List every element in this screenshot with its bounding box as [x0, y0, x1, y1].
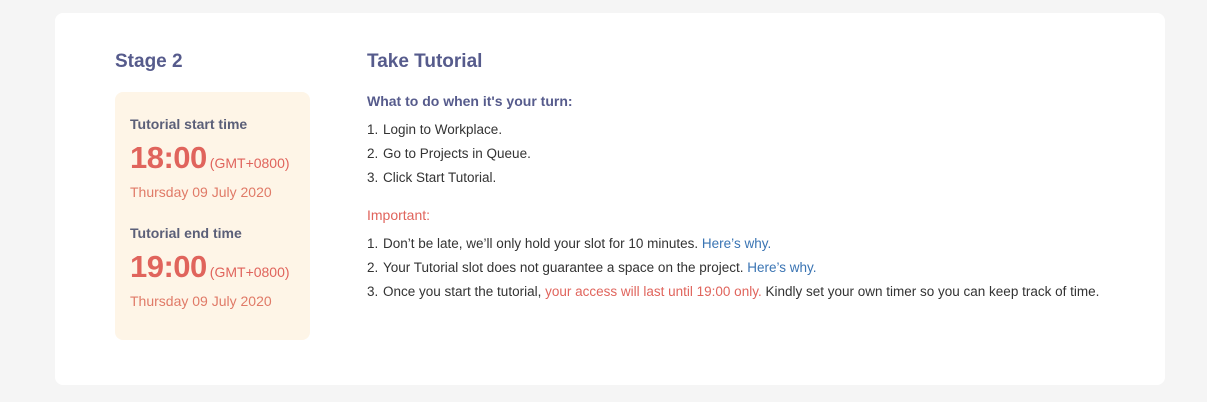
step-number: 1. [367, 122, 379, 137]
heres-why-link[interactable]: Here’s why. [747, 260, 816, 275]
important-list: 1. Don’t be late, we’ll only hold your s… [367, 234, 1127, 301]
step-number: 2. [367, 146, 379, 161]
steps-list: 1. Login to Workplace. 2. Go to Projects… [367, 120, 1127, 187]
start-time-value: 18:00 [130, 140, 207, 175]
start-time-row: 18:00 (GMT+0800) [130, 139, 310, 177]
important-number: 1. [367, 236, 379, 251]
start-time-label: Tutorial start time [130, 116, 248, 132]
list-item: 3. Once you start the tutorial, your acc… [367, 282, 1127, 301]
start-time-block: Tutorial start time 18:00 (GMT+0800) Thu… [130, 116, 310, 201]
end-timezone: (GMT+0800) [209, 264, 290, 280]
stage-title: Stage 2 [115, 51, 183, 72]
end-time-value: 19:00 [130, 249, 207, 284]
step-text: Go to Projects in Queue. [383, 146, 531, 161]
start-date: Thursday 09 July 2020 [130, 184, 272, 200]
list-item: 1. Login to Workplace. [367, 120, 1127, 139]
instructions-section: Take Tutorial What to do when it's your … [367, 51, 1127, 306]
step-text: Click Start Tutorial. [383, 170, 497, 185]
important-number: 2. [367, 260, 379, 275]
important-text-body: Your Tutorial slot does not guarantee a … [383, 260, 748, 275]
end-time-block: Tutorial end time 19:00 (GMT+0800) Thurs… [130, 225, 310, 310]
heres-why-link[interactable]: Here’s why. [702, 236, 771, 251]
access-warning: your access will last until 19:00 only. [545, 284, 762, 299]
end-time-label: Tutorial end time [130, 225, 242, 241]
list-item: 1. Don’t be late, we’ll only hold your s… [367, 234, 1127, 253]
important-heading: Important: [367, 207, 431, 223]
list-item: 3. Click Start Tutorial. [367, 168, 1127, 187]
step-number: 3. [367, 170, 379, 185]
important-number: 3. [367, 284, 379, 299]
tutorial-time-box: Tutorial start time 18:00 (GMT+0800) Thu… [115, 92, 310, 340]
end-date: Thursday 09 July 2020 [130, 293, 272, 309]
important-text-body: Don’t be late, we’ll only hold your slot… [383, 236, 702, 251]
important-text: Once you start the tutorial, your access… [383, 282, 1127, 301]
list-item: 2. Go to Projects in Queue. [367, 144, 1127, 163]
steps-heading: What to do when it's your turn: [367, 93, 573, 109]
end-time-row: 19:00 (GMT+0800) [130, 248, 310, 286]
step-text: Login to Workplace. [383, 122, 503, 137]
start-timezone: (GMT+0800) [209, 155, 290, 171]
instructions-title: Take Tutorial [367, 51, 483, 72]
tutorial-card: Stage 2 Tutorial start time 18:00 (GMT+0… [55, 13, 1165, 385]
important-text-before: Once you start the tutorial, [383, 284, 546, 299]
important-text: Your Tutorial slot does not guarantee a … [383, 258, 1127, 277]
important-text-after: Kindly set your own timer so you can kee… [761, 284, 1100, 299]
important-text: Don’t be late, we’ll only hold your slot… [383, 234, 1127, 253]
list-item: 2. Your Tutorial slot does not guarantee… [367, 258, 1127, 277]
